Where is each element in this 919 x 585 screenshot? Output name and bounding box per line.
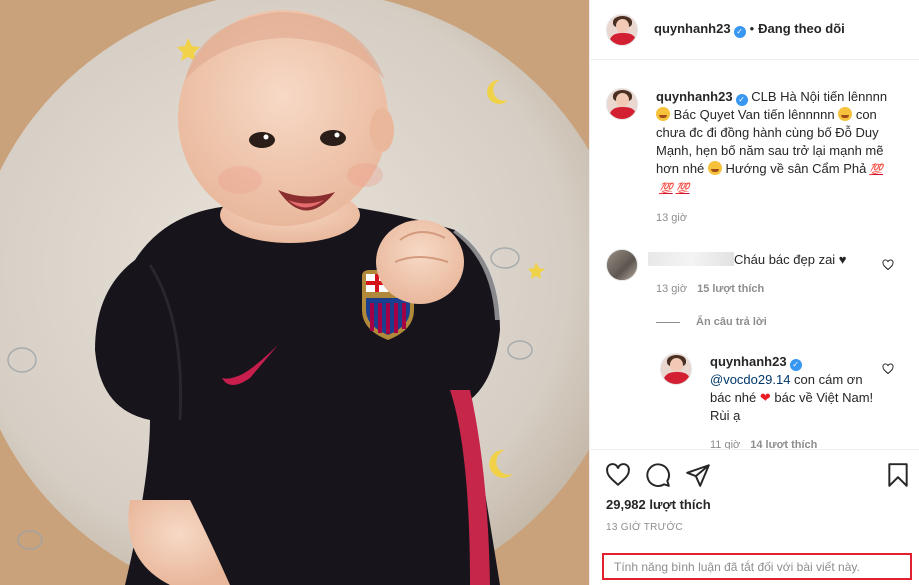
heart-outline-icon[interactable] — [605, 462, 631, 488]
hundred-points-emoji-icon: 💯 — [659, 183, 673, 195]
post-actions: 29,982 lượt thích 13 GIỜ TRƯỚC Tính năng… — [590, 449, 919, 585]
grinning-face-emoji-icon — [707, 161, 722, 175]
caption-avatar[interactable] — [606, 88, 638, 120]
bookmark-icon[interactable] — [885, 462, 911, 488]
reply-item: quynhanh23 ✓ @vocdo29.14 con cám ơn bác n… — [710, 353, 880, 425]
caption-line-1: CLB Hà Nội tiến lênnnn — [751, 89, 888, 104]
comments-disabled-notice: Tính năng bình luận đã tắt đối với bài v… — [614, 560, 860, 574]
post-photo[interactable] — [0, 0, 589, 585]
caption-line-4: Hướng về sân Cẩm Phả — [725, 161, 867, 176]
hide-replies-label: Ẩn câu trả lời — [696, 316, 767, 328]
header-username[interactable]: quynhanh23 — [654, 21, 731, 36]
verified-badge-icon: ✓ — [733, 26, 746, 38]
comment-time[interactable]: 13 giờ — [656, 283, 687, 295]
hide-replies-line — [656, 321, 680, 323]
reply-time[interactable]: 11 giờ — [710, 439, 740, 449]
following-button[interactable]: Đang theo dõi — [758, 21, 845, 36]
commenter-username-blurred[interactable] — [648, 252, 734, 266]
caption-time[interactable]: 13 giờ — [656, 212, 687, 224]
post-detail-panel: quynhanh23 ✓ • Đang theo dõi quynhanh23 ✓ CL… — [589, 0, 919, 585]
commenter-avatar[interactable] — [606, 249, 638, 281]
caption-line-2: Bác Quyet Van tiến lênnnnn — [673, 107, 835, 122]
hundred-points-emoji-icon: 💯 — [869, 164, 884, 176]
separator-dot: • — [749, 21, 755, 36]
post-header: quynhanh23 ✓ • Đang theo dõi — [590, 0, 919, 60]
post-likes-count[interactable]: 29,982 lượt thích — [606, 497, 711, 512]
reply-mention-link[interactable]: @vocdo29.14 — [710, 372, 790, 387]
reply-meta: 11 giờ 14 lượt thích — [710, 439, 817, 449]
comment-likes-count[interactable]: 15 lượt thích — [697, 283, 764, 295]
caption: quynhanh23 ✓ CLB Hà Nội tiến lênnnn Bác Q… — [656, 88, 896, 198]
smiling-face-emoji-icon — [656, 107, 670, 121]
paper-plane-icon[interactable] — [685, 462, 711, 488]
comment-item: Cháu bác đẹp zai ♥ — [648, 251, 888, 269]
hide-replies-button[interactable]: Ẩn câu trả lời — [656, 316, 767, 328]
reply-username[interactable]: quynhanh23 — [710, 354, 787, 369]
reply-avatar[interactable] — [660, 353, 692, 385]
comment-bubble-icon[interactable] — [645, 462, 671, 488]
verified-badge-icon: ✓ — [789, 359, 802, 371]
post-time-ago[interactable]: 13 GIỜ TRƯỚC — [606, 522, 683, 533]
reply-likes-count[interactable]: 14 lượt thích — [750, 439, 817, 449]
verified-badge-icon: ✓ — [735, 94, 748, 106]
hundred-points-emoji-icon: 💯 — [675, 183, 690, 195]
smiling-face-emoji-icon — [838, 107, 853, 121]
comments-list[interactable]: quynhanh23 ✓ CLB Hà Nội tiến lênnnn Bác Q… — [590, 61, 919, 449]
header-user-line: quynhanh23 ✓ • Đang theo dõi — [654, 21, 845, 38]
red-heart-emoji-icon: ❤ — [759, 390, 771, 405]
comment-text: Cháu bác đẹp zai ♥ — [734, 252, 847, 267]
comment-meta: 13 giờ 15 lượt thích — [656, 283, 764, 295]
caption-username[interactable]: quynhanh23 — [656, 89, 733, 104]
comment-like-heart-icon[interactable] — [882, 259, 894, 271]
author-avatar[interactable] — [606, 14, 638, 46]
baby-photo-illustration — [0, 0, 589, 585]
reply-like-heart-icon[interactable] — [882, 363, 894, 375]
